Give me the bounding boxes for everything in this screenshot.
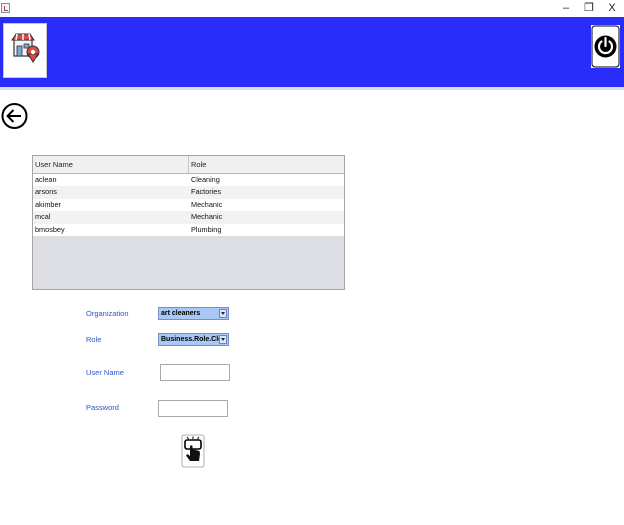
cell-role: Cleaning [191,175,220,184]
window-titlebar: – ❐ X [0,0,624,17]
cell-user-name: arsons [35,187,57,197]
cell-role: Factories [191,187,222,197]
chevron-down-icon[interactable] [219,335,227,344]
hand-press-button-icon[interactable] [181,434,205,468]
column-header-role[interactable]: Role [189,156,341,173]
table-row[interactable]: arsons Factories [33,186,344,199]
organization-selected-value: art cleaners [161,310,201,317]
table-row[interactable]: bmosbey Plumbing [33,223,344,236]
password-label: Password [86,403,119,412]
role-selected-value: Business.Role.Clea... [161,336,220,343]
organization-select[interactable]: art cleaners [158,307,229,320]
user-name-label: User Name [86,368,124,377]
chevron-down-icon[interactable] [219,309,227,318]
organization-label: Organization [86,309,129,318]
cell-role: Mechanic [191,199,223,209]
header-divider [0,87,624,90]
cell-user-name: mcal [35,212,51,222]
cell-role: Plumbing [191,224,222,234]
role-label: Role [86,335,102,344]
cell-user-name: akimber [35,199,61,209]
table-row[interactable]: akimber Mechanic [33,198,344,212]
role-select[interactable]: Business.Role.Clea... [158,333,229,346]
table-row[interactable]: mcal Mechanic [33,211,344,224]
table-header: User Name Role [33,156,344,174]
table-body: aclean Cleaning arsons Factories akimber… [33,174,344,236]
restore-button[interactable]: ❐ [578,0,600,17]
minimize-button[interactable]: – [555,0,577,17]
cell-user-name: aclean [35,175,57,184]
close-button[interactable]: X [601,0,623,17]
header-bar [0,17,624,87]
user-name-input[interactable] [160,364,230,381]
app-icon [1,3,10,13]
column-header-user-name[interactable]: User Name [33,156,189,173]
power-icon[interactable] [591,25,620,68]
back-arrow-icon[interactable] [1,95,28,137]
store-location-icon[interactable] [3,23,47,78]
users-table[interactable]: User Name Role aclean Cleaning arsons Fa… [32,155,345,290]
cell-role: Mechanic [191,212,223,222]
password-input[interactable] [158,400,228,417]
table-row[interactable]: aclean Cleaning [33,174,344,187]
cell-user-name: bmosbey [35,224,65,234]
